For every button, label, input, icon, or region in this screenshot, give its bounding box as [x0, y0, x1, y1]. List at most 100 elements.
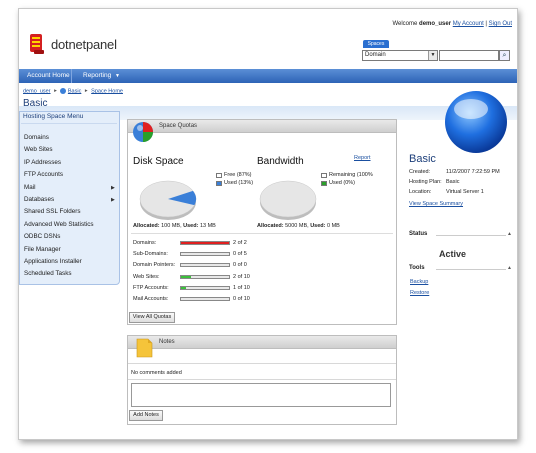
quota-progress-bar — [180, 297, 230, 301]
notes-divider — [128, 363, 396, 364]
breadcrumb-page[interactable]: Space Home — [91, 88, 123, 94]
bandwidth-remaining-label: Remaining (100% — [329, 172, 373, 178]
quota-progress-bar — [180, 263, 230, 268]
view-all-quotas-button[interactable]: View All Quotas — [129, 312, 175, 323]
tools-section-title: Tools — [409, 265, 425, 271]
view-space-summary-link[interactable]: View Space Summary — [409, 201, 463, 207]
welcome-bar: Welcome demo_user My Account | Sign Out — [392, 21, 512, 27]
bandwidth-pie-chart — [259, 180, 317, 220]
header-divider: | — [485, 21, 487, 27]
bandwidth-used-label-2: Used: — [310, 223, 326, 229]
nav-account-home[interactable]: Account Home — [27, 69, 70, 83]
quota-progress-bar — [180, 252, 230, 257]
top-navbar: Account Home Reporting ▼ — [19, 69, 517, 83]
sidebar-item-ip-addresses[interactable]: IP Addresses — [24, 159, 61, 166]
bandwidth-title: Bandwidth — [257, 156, 304, 167]
sidebar-item-shared-ssl-folders[interactable]: Shared SSL Folders — [24, 208, 80, 215]
restore-link[interactable]: Restore — [410, 290, 429, 296]
quota-value: 0 of 10 — [233, 296, 250, 302]
breadcrumb-arrow-icon: ▸ — [84, 88, 88, 95]
sidebar-item-applications-installer[interactable]: Applications Installer — [24, 258, 82, 265]
dotnetpanel-logo-icon — [30, 34, 44, 54]
disk-allocated-value: 100 MB, — [161, 223, 182, 229]
breadcrumb-user[interactable]: demo_user — [23, 88, 51, 94]
sidebar-item-ftp-accounts[interactable]: FTP Accounts — [24, 171, 63, 178]
dotnetpanel-window: Welcome demo_user My Account | Sign Out … — [18, 8, 518, 440]
tools-section-line — [436, 269, 506, 270]
quota-value: 1 of 10 — [233, 284, 250, 291]
sidebar-item-domains[interactable]: Domains — [24, 134, 49, 141]
quota-value: 0 of 0 — [233, 262, 247, 269]
sidebar-item-scheduled-tasks[interactable]: Scheduled Tasks — [24, 270, 72, 277]
notes-textarea[interactable] — [131, 383, 391, 407]
submenu-arrow-icon: ▶ — [111, 184, 115, 191]
quota-label: Sub-Domains: — [133, 251, 168, 258]
disk-space-title: Disk Space — [133, 156, 184, 167]
spaces-select[interactable]: Domain ▼ — [362, 50, 438, 61]
quota-progress-fill — [181, 275, 191, 278]
status-section-line — [436, 235, 506, 236]
hosting-plan-value: Basic — [446, 179, 460, 185]
sidebar-item-file-manager[interactable]: File Manager — [24, 246, 61, 253]
bandwidth-allocated-label: Allocated: — [257, 223, 284, 229]
disk-used-value: 13 MB — [199, 223, 216, 229]
free-legend-swatch — [216, 173, 222, 178]
sidebar-item-advanced-web-statistics[interactable]: Advanced Web Statistics — [24, 221, 94, 228]
disk-space-pie-chart — [139, 180, 197, 220]
sidebar-item-odbc-dsns[interactable]: ODBC DSNs — [24, 233, 60, 240]
spaces-tab[interactable]: Spaces — [363, 40, 389, 48]
sign-out-link[interactable]: Sign Out — [489, 21, 512, 27]
created-label: Created: — [409, 169, 431, 175]
quota-label: Web Sites: — [133, 273, 160, 280]
add-notes-button[interactable]: Add Notes — [129, 410, 163, 421]
nav-divider — [71, 69, 72, 83]
location-value: Virtual Server 1 — [446, 189, 484, 195]
bandwidth-report-link[interactable]: Report — [354, 155, 371, 161]
chevron-down-icon: ▼ — [428, 51, 437, 60]
no-comments-text: No comments added — [131, 370, 182, 376]
disk-used-label: Used (13%) — [224, 180, 254, 186]
hosting-plan-label: Hosting Plan: — [409, 179, 442, 185]
backup-link[interactable]: Backup — [410, 279, 428, 285]
space-name: Basic — [409, 153, 436, 165]
disk-used-label-2: Used: — [183, 223, 199, 229]
spaces-select-value: Domain — [365, 52, 386, 58]
sidebar-divider — [21, 123, 117, 124]
used-legend-swatch — [216, 181, 222, 186]
welcome-prefix: Welcome — [392, 21, 418, 27]
quota-progress-fill — [181, 242, 229, 244]
sidebar-title: Hosting Space Menu — [23, 113, 84, 120]
submenu-arrow-icon: ▶ — [111, 197, 115, 203]
notes-icon — [136, 338, 153, 358]
sidebar-item-databases[interactable]: Databases — [24, 196, 54, 203]
sidebar-item-mail[interactable]: Mail — [24, 184, 36, 191]
quota-divider — [131, 233, 393, 234]
status-section-title: Status — [409, 231, 428, 237]
quota-progress-bar — [180, 274, 230, 279]
disk-free-label: Free (87%) — [224, 172, 252, 178]
breadcrumb-space[interactable]: Basic — [68, 88, 81, 94]
nav-reporting[interactable]: Reporting ▼ — [83, 69, 120, 83]
bandwidth-allocated-value: 5000 MB, — [285, 223, 309, 229]
sidebar-item-web-sites[interactable]: Web Sites — [24, 146, 53, 153]
quota-value: 2 of 2 — [233, 240, 247, 246]
search-input[interactable] — [439, 50, 499, 61]
logo-text[interactable]: dotnetpanel — [51, 37, 117, 52]
collapse-arrow-icon[interactable]: ▲ — [507, 265, 512, 271]
bw-used-legend-swatch — [321, 181, 327, 186]
location-label: Location: — [409, 189, 432, 195]
disk-allocation: Allocated: 100 MB, Used: 13 MB — [133, 223, 216, 229]
my-account-link[interactable]: My Account — [453, 21, 484, 27]
pie-chart-icon — [133, 122, 153, 142]
disk-allocated-label: Allocated: — [133, 223, 160, 229]
space-globe-icon — [445, 91, 507, 153]
status-value: Active — [439, 249, 467, 259]
search-icon[interactable]: ⌕ — [499, 50, 510, 61]
quota-label: Domains: — [133, 240, 157, 246]
bandwidth-used-label: Used (0%) — [329, 180, 355, 186]
chevron-down-icon: ▼ — [115, 73, 120, 79]
breadcrumb: demo_user ▸ Basic ▸ Space Home — [23, 88, 123, 94]
globe-icon — [60, 88, 67, 94]
quota-progress-bar — [180, 241, 230, 245]
collapse-arrow-icon[interactable]: ▲ — [507, 231, 512, 237]
